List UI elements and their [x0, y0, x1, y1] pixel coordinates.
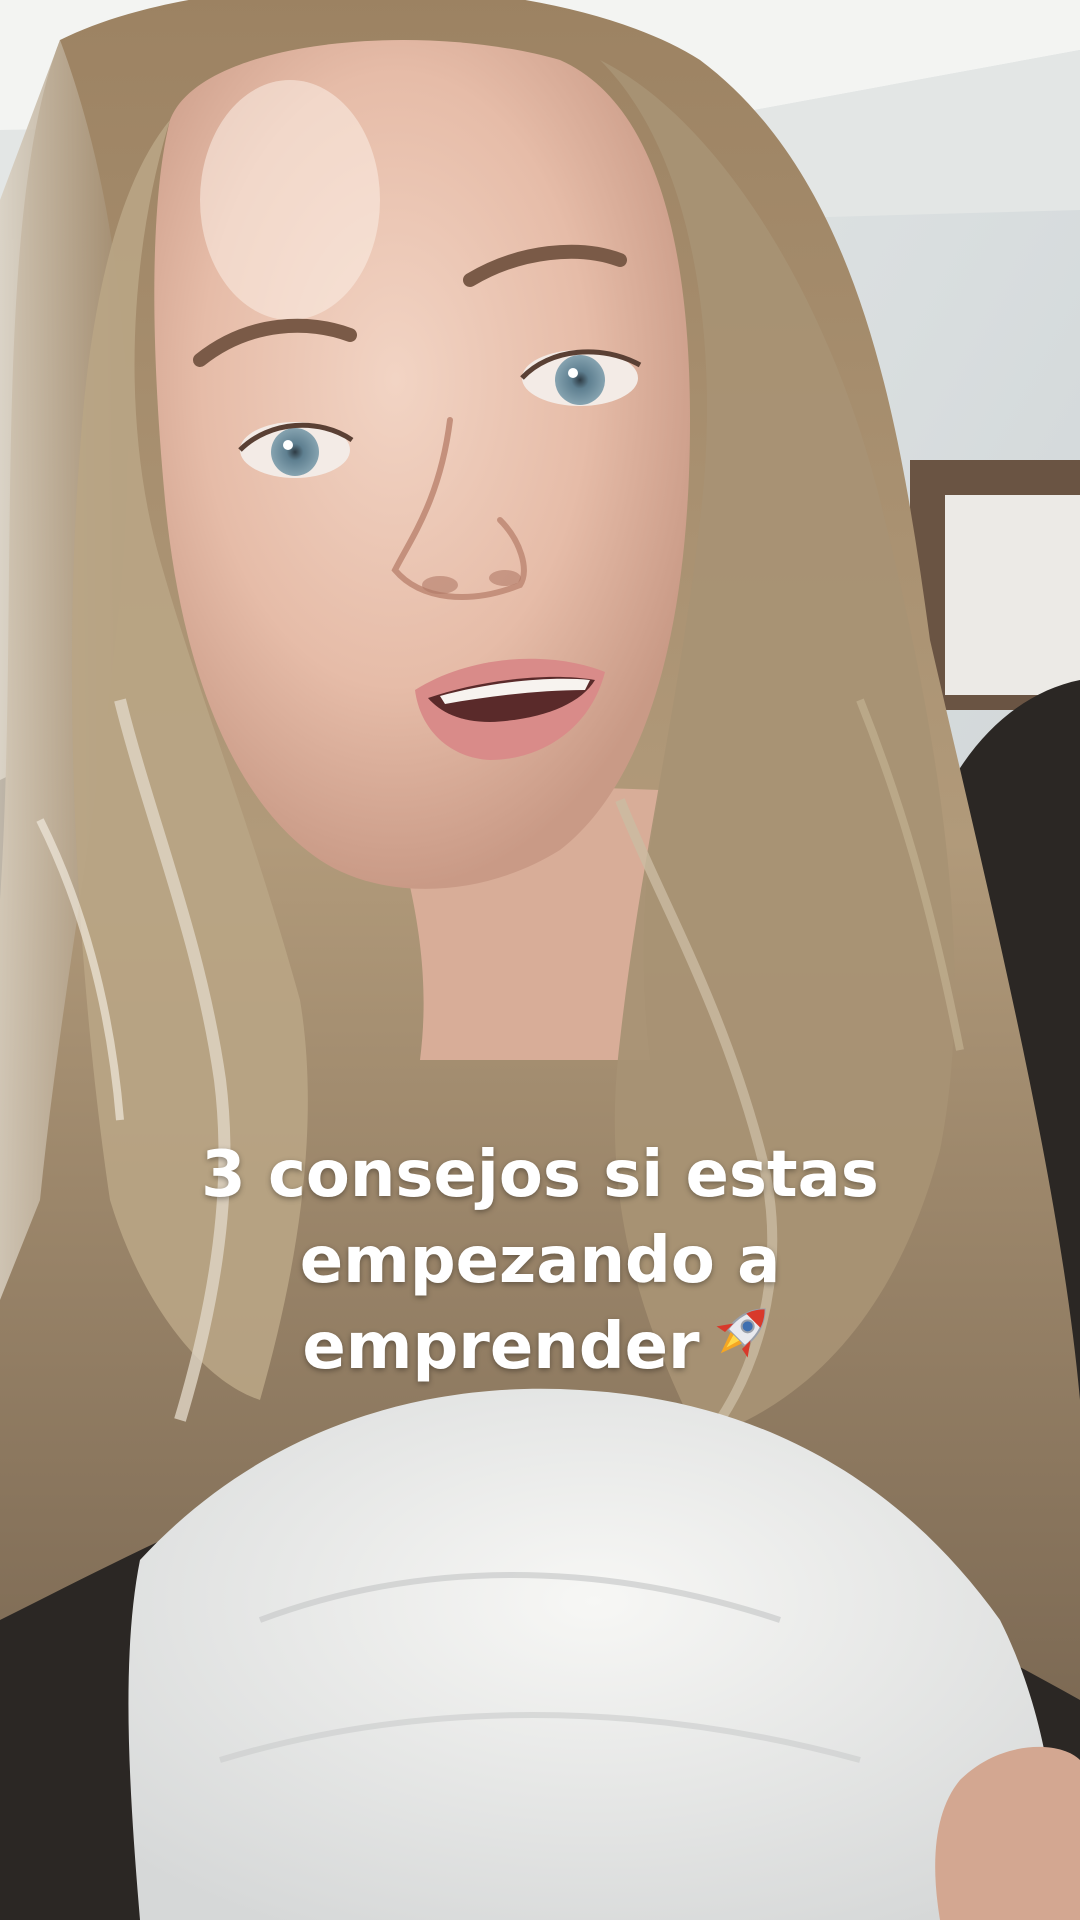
- caption-line-3-text: emprender: [302, 1310, 700, 1384]
- rocket-icon: [706, 1296, 778, 1390]
- caption-line-1: 3 consejos si estas: [201, 1138, 879, 1212]
- video-caption: 3 consejos si estas empezando a emprende…: [0, 1132, 1080, 1390]
- caption-line-2: empezando a: [299, 1224, 781, 1298]
- caption-line-3: emprender: [0, 1304, 1080, 1390]
- selfie-photo: [0, 0, 1080, 1920]
- video-frame: 3 consejos si estas empezando a emprende…: [0, 0, 1080, 1920]
